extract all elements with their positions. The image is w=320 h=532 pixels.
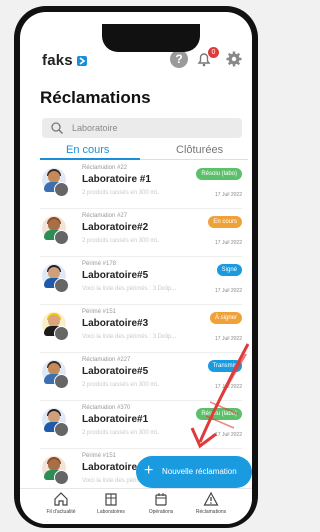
item-name: Laboratoire#3 <box>82 318 149 329</box>
tab-label: Réclamations <box>195 509 227 515</box>
help-icon[interactable]: ? <box>170 50 188 68</box>
status-badge: Résolu (labo) <box>196 168 242 180</box>
tab-reclamations[interactable]: Réclamations <box>188 491 234 515</box>
item-kicker: Réclamation #27 <box>82 213 128 219</box>
tab-en-cours[interactable]: En cours <box>66 144 109 156</box>
list-item[interactable]: Périmé #178 Laboratoire#5 Voici la liste… <box>20 258 252 306</box>
item-date: 17 Juil 2022 <box>215 192 242 198</box>
item-name: Laboratoire#2 <box>82 222 149 233</box>
search-placeholder: Laboratoire <box>72 123 118 133</box>
item-description: Voici la liste des périmés : 3 Dolip... <box>82 286 177 292</box>
item-kicker: Réclamation #227 <box>82 357 131 363</box>
lab-badge-icon <box>54 470 69 485</box>
item-kicker: Périmé #151 <box>82 453 117 459</box>
brand-text: faks <box>42 52 73 69</box>
page-title: Réclamations <box>40 88 151 107</box>
notification-count-badge: 0 <box>208 47 219 58</box>
divider <box>40 256 242 257</box>
red-arrow-annotation <box>190 343 250 449</box>
calendar-icon <box>155 493 167 506</box>
gear-icon[interactable] <box>225 50 243 68</box>
item-kicker: Réclamation #22 <box>82 165 128 171</box>
item-description: Voici la liste des périmés : 3 Dolip... <box>82 334 177 340</box>
tab-bar: En cours Clôturées <box>36 140 252 160</box>
item-date: 17 Juil 2022 <box>215 288 242 294</box>
plus-icon: + <box>144 462 154 479</box>
lab-badge-icon <box>54 374 69 389</box>
item-description: 2 produits cassés en 300 mL <box>82 190 159 196</box>
tab-label: Opérations <box>148 509 174 515</box>
tab-cloturees[interactable]: Clôturées <box>176 144 223 156</box>
tab-fil-actualite[interactable]: Fil d'actualité <box>38 491 84 515</box>
divider <box>40 208 242 209</box>
status-badge: En cours <box>208 216 242 228</box>
active-tab-indicator <box>40 158 140 160</box>
item-kicker: Périmé #151 <box>82 309 117 315</box>
item-name: Laboratoire#5 <box>82 366 149 377</box>
app-screen: faks ? 0 Réclamations Laboratoire En cou… <box>20 12 252 524</box>
tab-laboratoires[interactable]: Laboratoires <box>88 491 134 515</box>
building-icon <box>105 493 117 506</box>
tab-divider <box>140 159 248 160</box>
status-badge: Signé <box>216 264 242 276</box>
item-name: Laboratoire#1 <box>82 414 149 425</box>
item-description: 2 produits cassés en 300 mL <box>82 238 159 244</box>
item-name: Laboratoire #1 <box>82 174 151 185</box>
lab-badge-icon <box>54 278 69 293</box>
phone-notch <box>102 24 200 52</box>
brand-logo: faks <box>42 52 87 69</box>
home-icon <box>54 492 68 506</box>
lab-badge-icon <box>54 182 69 197</box>
lab-badge-icon <box>54 230 69 245</box>
item-name: Laboratoire <box>82 462 138 473</box>
tab-operations[interactable]: Opérations <box>138 491 184 515</box>
item-name: Laboratoire#5 <box>82 270 149 281</box>
new-claim-button[interactable]: + Nouvelle réclamation <box>136 456 252 488</box>
search-input[interactable]: Laboratoire <box>42 118 242 138</box>
warning-icon <box>203 491 219 506</box>
lab-badge-icon <box>54 422 69 437</box>
item-description: 2 produits cassés en 300 mL <box>82 430 159 436</box>
lab-badge-icon <box>54 326 69 341</box>
brand-mark-icon <box>76 56 87 67</box>
list-item[interactable]: Réclamation #22 Laboratoire #1 2 produit… <box>20 162 252 210</box>
item-kicker: Réclamation #370 <box>82 405 131 411</box>
list-item[interactable]: Réclamation #27 Laboratoire#2 2 produits… <box>20 210 252 258</box>
item-description: 2 produits cassés en 300 mL <box>82 382 159 388</box>
search-icon <box>50 121 64 135</box>
status-badge: À signer <box>209 312 242 324</box>
item-kicker: Périmé #178 <box>82 261 117 267</box>
tab-label: Fil d'actualité <box>46 509 76 515</box>
divider <box>40 304 242 305</box>
bottom-tab-bar: Fil d'actualité Laboratoires Opérations … <box>20 488 252 524</box>
tab-label: Laboratoires <box>97 509 125 515</box>
item-date: 17 Juil 2022 <box>215 240 242 246</box>
new-claim-label: Nouvelle réclamation <box>162 467 237 476</box>
